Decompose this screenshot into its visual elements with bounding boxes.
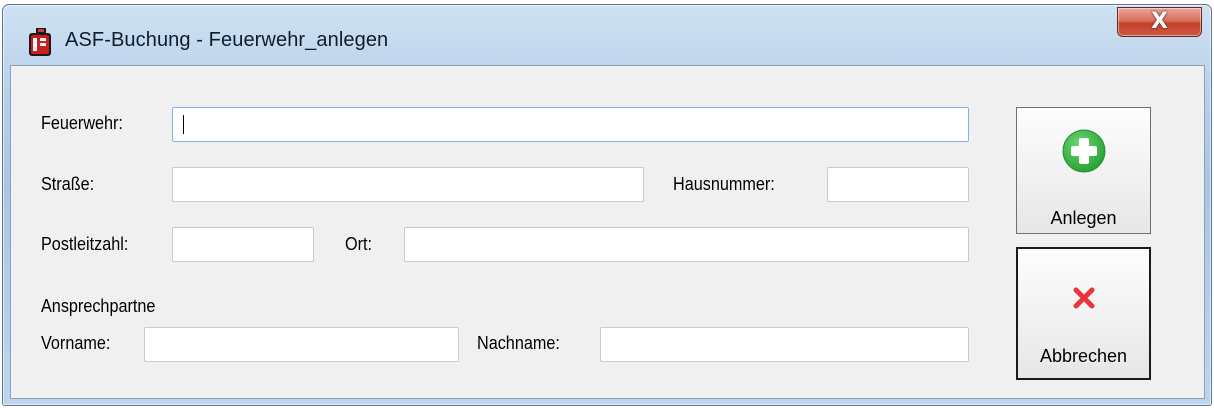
ort-input[interactable] [404, 227, 969, 262]
plus-circle-icon [1062, 129, 1105, 173]
vorname-input[interactable] [144, 327, 459, 362]
form-area: Feuerwehr: Straße: Hausnummer: Postleitz… [10, 65, 1205, 399]
abbrechen-label: Abbrechen [1039, 346, 1128, 366]
dialog-window: ASF-Buchung - Feuerwehr_anlegen X Feuerw… [2, 4, 1212, 406]
strasse-input[interactable] [172, 167, 644, 202]
postleitzahl-label: Postleitzahl: [41, 234, 129, 254]
text-caret [183, 115, 184, 134]
strasse-label: Straße: [41, 174, 95, 194]
nachname-input[interactable] [600, 327, 969, 362]
close-button[interactable]: X [1117, 7, 1202, 37]
anlegen-button[interactable]: Anlegen [1016, 107, 1151, 234]
vorname-label: Vorname: [41, 333, 111, 353]
postleitzahl-input[interactable] [172, 227, 314, 262]
ansprechpartner-heading: Ansprechpartne [41, 296, 156, 316]
abbrechen-button[interactable]: Abbrechen [1016, 247, 1151, 380]
fire-extinguisher-icon [29, 28, 51, 56]
close-x-icon [1073, 287, 1094, 309]
anlegen-label: Anlegen [1050, 208, 1117, 228]
hausnummer-input[interactable] [827, 167, 969, 202]
ort-label: Ort: [345, 234, 372, 254]
hausnummer-label: Hausnummer: [673, 174, 775, 194]
window-title: ASF-Buchung - Feuerwehr_anlegen [65, 29, 389, 51]
close-icon: X [1151, 9, 1168, 34]
nachname-label: Nachname: [477, 333, 560, 353]
feuerwehr-input[interactable] [172, 107, 969, 142]
title-bar[interactable]: ASF-Buchung - Feuerwehr_anlegen X [3, 5, 1211, 63]
feuerwehr-label: Feuerwehr: [41, 113, 123, 133]
